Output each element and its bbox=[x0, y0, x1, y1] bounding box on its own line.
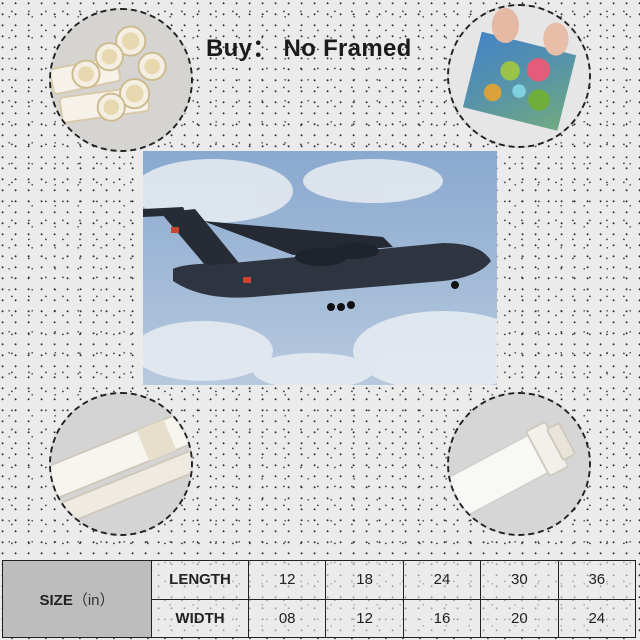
headline: Buy： No Framed bbox=[206, 35, 412, 62]
table-row: SIZE（in） LENGTH 12 18 24 30 36 bbox=[2, 560, 637, 638]
tube-end-cap-image bbox=[447, 392, 591, 536]
width-value: 16 bbox=[402, 598, 482, 638]
end-cap-illustration bbox=[449, 394, 589, 534]
length-value: 36 bbox=[557, 560, 637, 600]
length-value: 18 bbox=[325, 560, 404, 600]
rolled-tube-image bbox=[49, 392, 193, 536]
tubes-illustration bbox=[51, 10, 191, 150]
size-table: SIZE（in） LENGTH 12 18 24 30 36 WIDTH 08 … bbox=[2, 560, 637, 638]
width-value: 20 bbox=[480, 598, 559, 638]
length-value: 12 bbox=[247, 560, 327, 600]
canvas-illustration bbox=[449, 6, 589, 146]
size-unit: （in） bbox=[72, 591, 115, 609]
width-label: WIDTH bbox=[151, 598, 249, 638]
length-label: LENGTH bbox=[151, 560, 249, 600]
size-header-cell: SIZE（in） bbox=[2, 560, 152, 638]
width-value: 12 bbox=[325, 598, 404, 638]
aircraft-illustration bbox=[143, 151, 497, 385]
aircraft-poster-image bbox=[143, 151, 497, 385]
canvas-print-image bbox=[447, 4, 591, 148]
size-title: SIZE bbox=[39, 591, 73, 609]
rolled-tube-illustration bbox=[51, 394, 191, 534]
width-value: 24 bbox=[557, 598, 637, 638]
length-value: 30 bbox=[480, 560, 559, 600]
width-value: 08 bbox=[247, 598, 327, 638]
packaging-tubes-image bbox=[49, 8, 193, 152]
length-value: 24 bbox=[402, 560, 482, 600]
